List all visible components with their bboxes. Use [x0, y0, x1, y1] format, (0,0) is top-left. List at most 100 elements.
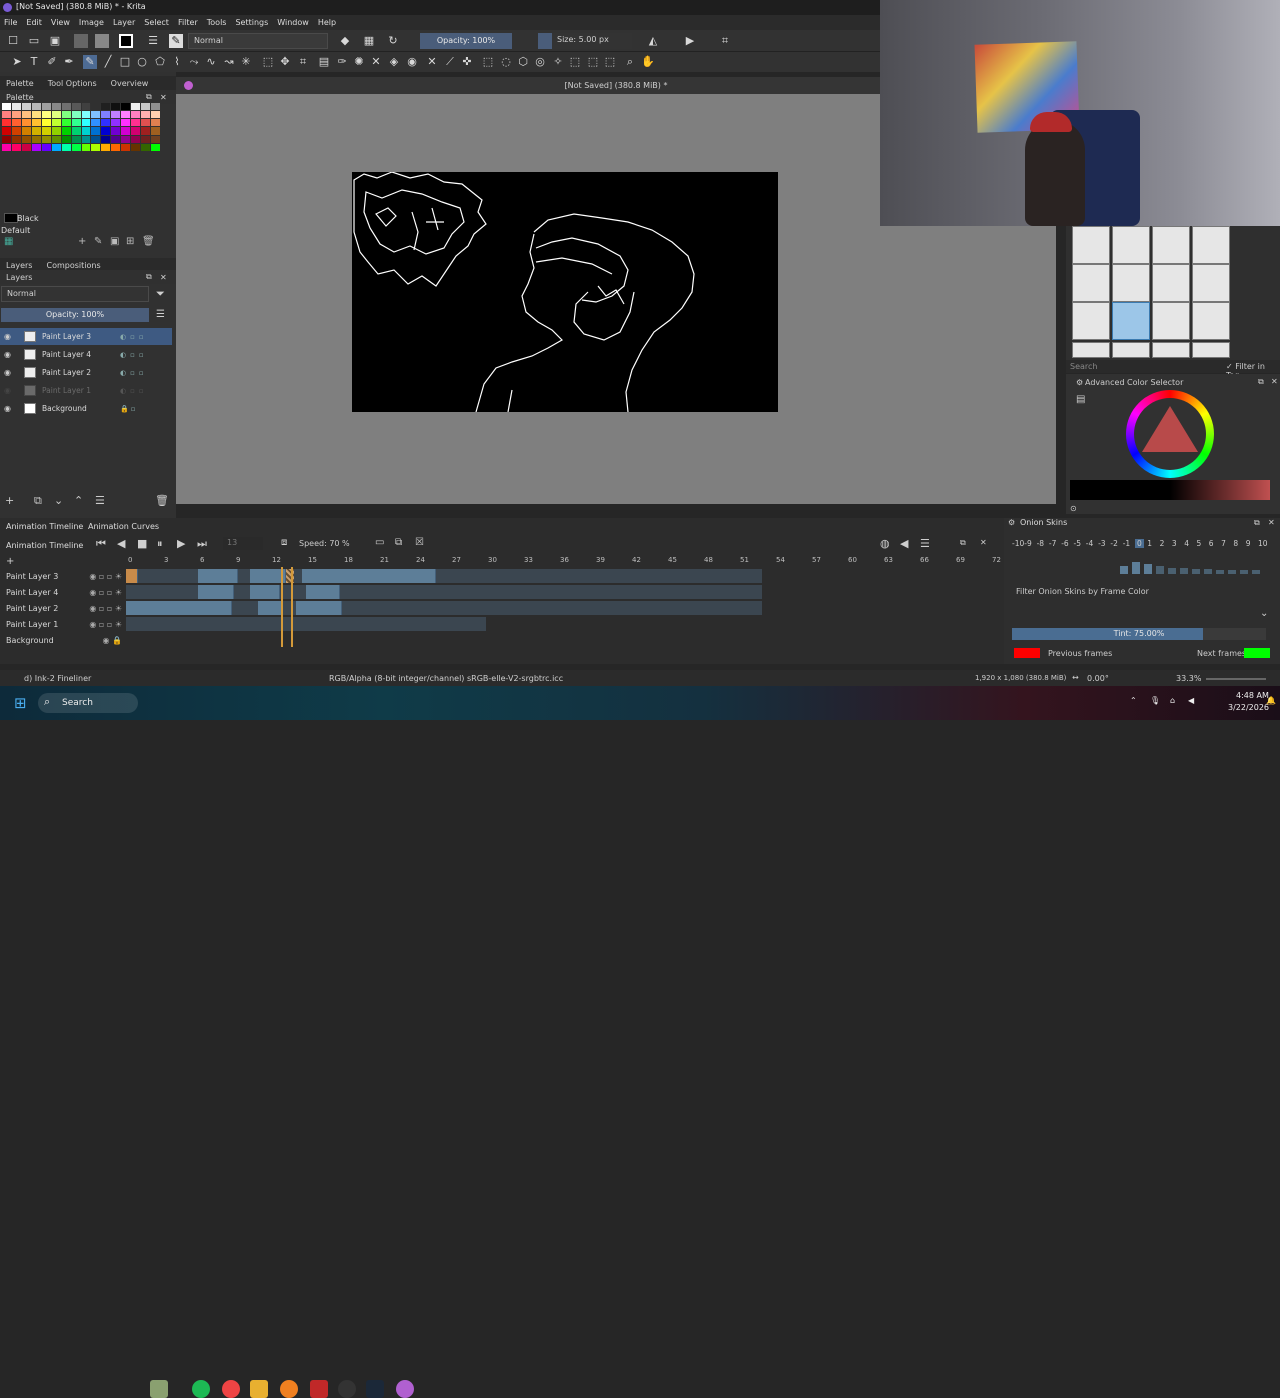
menu-file[interactable]: File	[4, 18, 17, 27]
timeline-layer-row[interactable]: Paint Layer 3 ◉ ▫ ▫ ☀	[0, 568, 126, 584]
remove-frame-icon[interactable]: ☒	[415, 537, 424, 548]
brush-preset[interactable]	[1112, 226, 1150, 264]
brush-preset[interactable]	[1112, 264, 1150, 302]
palette-swatch[interactable]	[41, 127, 51, 135]
magnetic-select-icon[interactable]: ⬚	[603, 55, 617, 69]
palette-swatch[interactable]	[121, 135, 131, 143]
duplicate-frame-icon[interactable]: ⧉	[395, 537, 402, 548]
palette-swatch[interactable]	[51, 143, 61, 151]
layer-menu-icon[interactable]: ☰	[156, 309, 165, 320]
spotify-icon[interactable]	[192, 1380, 210, 1398]
delete-layer-icon[interactable]: 🗑	[155, 494, 169, 507]
palette-swatch[interactable]	[141, 127, 151, 135]
timeline-layer-row[interactable]: Paint Layer 4 ◉ ▫ ▫ ☀	[0, 584, 126, 600]
taskbar-search[interactable]: ⌕ Search	[38, 693, 138, 713]
visibility-eye-icon[interactable]: ◉	[4, 350, 16, 359]
calligraphy-icon[interactable]: ✒	[62, 55, 76, 69]
palette-grid-icon[interactable]: ▦	[4, 236, 13, 247]
timeline-layer-row[interactable]: Paint Layer 2 ◉ ▫ ▫ ☀	[0, 600, 126, 616]
layer-opacity-slider[interactable]: Opacity: 100%	[1, 308, 149, 322]
fg-bg-color-icon[interactable]	[119, 34, 133, 48]
palette-swatch[interactable]	[111, 143, 121, 151]
reload-preset-icon[interactable]: ↻	[386, 34, 400, 48]
steam-icon[interactable]	[366, 1380, 384, 1398]
palette-swatch[interactable]	[101, 135, 111, 143]
settings-icon[interactable]: ▤	[1076, 394, 1085, 405]
palette-swatch[interactable]	[21, 103, 31, 111]
tab-animation-curves[interactable]: Animation Curves	[88, 522, 159, 531]
opacity-slider[interactable]: Opacity: 100%	[420, 33, 512, 49]
palette-swatch[interactable]	[31, 127, 41, 135]
pan-tool-icon[interactable]: ✋	[641, 55, 655, 69]
palette-swatch[interactable]	[81, 103, 91, 111]
visibility-eye-icon[interactable]: ◉	[4, 368, 16, 377]
onion-frame-number[interactable]: -8	[1037, 539, 1044, 548]
mic-icon[interactable]: 🎙	[1150, 696, 1160, 705]
onion-frame-number[interactable]: 2	[1160, 539, 1165, 548]
color-picker-icon[interactable]: ✑	[335, 55, 349, 69]
polygon-tool-icon[interactable]: ⬠	[153, 55, 167, 69]
crop-tool-icon[interactable]: ⌗	[296, 55, 310, 69]
palette-swatch[interactable]	[51, 127, 61, 135]
brush-preset[interactable]	[1152, 264, 1190, 302]
palette-swatch[interactable]	[91, 103, 101, 111]
palette-swatch[interactable]	[101, 111, 111, 119]
tab-tool-options[interactable]: Tool Options	[48, 79, 97, 88]
brush-preset[interactable]	[1072, 264, 1110, 302]
current-brush-status[interactable]: d) Ink-2 Fineliner	[24, 674, 91, 683]
pause-icon[interactable]: ⏸	[157, 537, 163, 551]
row-icons[interactable]: ◉ ▫ ▫ ☀	[89, 588, 122, 597]
palette-swatch[interactable]	[141, 143, 151, 151]
playhead-line[interactable]	[281, 567, 283, 647]
rotation-icon[interactable]: ↔	[1072, 673, 1079, 682]
palette-swatch[interactable]	[2, 103, 11, 111]
keyframe[interactable]	[306, 585, 340, 599]
onion-frame-number[interactable]: 7	[1221, 539, 1226, 548]
palette-swatch[interactable]	[2, 119, 11, 127]
current-brush-icon[interactable]: ✎	[169, 34, 183, 48]
menu-view[interactable]: View	[51, 18, 70, 27]
keyframe[interactable]	[296, 601, 342, 615]
rotation-status[interactable]: 0.00°	[1087, 674, 1109, 683]
brush-preset[interactable]	[1152, 226, 1190, 264]
palette-swatch[interactable]	[131, 143, 141, 151]
timeline-layer-row[interactable]: Background ◉ 🔒	[0, 632, 126, 648]
keyframe[interactable]	[302, 569, 436, 583]
menu-edit[interactable]: Edit	[26, 18, 42, 27]
menu-select[interactable]: Select	[144, 18, 169, 27]
palette-swatch[interactable]	[71, 135, 81, 143]
close-icon[interactable]: ✕	[1271, 377, 1278, 386]
onion-frame-number[interactable]: -9	[1024, 539, 1031, 548]
onion-opacity-bars[interactable]	[1120, 562, 1270, 574]
onion-frame-number[interactable]: -2	[1110, 539, 1117, 548]
brush-preset-selected[interactable]	[1112, 302, 1150, 340]
expand-chevron-icon[interactable]: ⌄	[1260, 608, 1268, 619]
palette-swatch[interactable]	[151, 103, 160, 111]
keyframe[interactable]	[198, 569, 238, 583]
float-icon[interactable]: ⧉	[146, 272, 152, 282]
tray-chevron-icon[interactable]: ⌃	[1130, 696, 1137, 705]
onion-frame-number[interactable]: -10	[1012, 539, 1024, 548]
palette-swatch[interactable]	[121, 143, 131, 151]
palette-swatch[interactable]	[101, 143, 111, 151]
freehand-path-icon[interactable]: ∿	[204, 55, 218, 69]
brush-preset[interactable]	[1192, 342, 1230, 358]
close-icon[interactable]: ✕	[160, 273, 167, 282]
next-frame-icon[interactable]: ▶	[177, 537, 185, 550]
close-icon[interactable]: ✕	[1268, 518, 1275, 527]
polyline-tool-icon[interactable]: ⌇	[170, 55, 184, 69]
gear-icon[interactable]: ⚙	[1076, 378, 1083, 387]
brush-preset[interactable]	[1072, 302, 1110, 340]
layer-row[interactable]: ◉ Background 🔒▫	[0, 400, 172, 417]
palette-swatch[interactable]	[71, 127, 81, 135]
palette-swatch[interactable]	[51, 103, 61, 111]
mirror-horizontal-icon[interactable]: ◭	[646, 34, 660, 48]
speed-field[interactable]: Speed: 70 %	[299, 537, 359, 550]
palette-swatch[interactable]	[131, 103, 141, 111]
palette-swatch[interactable]	[111, 135, 121, 143]
palette-swatch[interactable]	[111, 119, 121, 127]
layer-row[interactable]: ◉ Paint Layer 2 ◐▫▫	[0, 364, 172, 381]
tab-animation-timeline[interactable]: Animation Timeline	[6, 522, 83, 531]
layer-props-icons[interactable]: ◐▫▫	[120, 387, 148, 395]
onion-frame-number[interactable]: -3	[1098, 539, 1105, 548]
